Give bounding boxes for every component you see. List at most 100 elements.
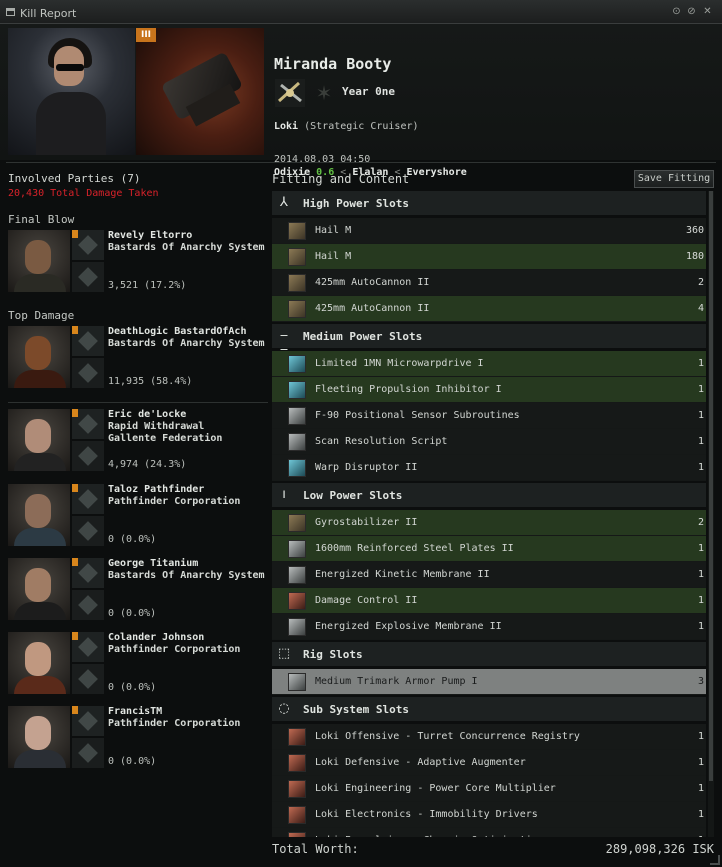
party-weapon-icon[interactable] [72,262,104,292]
fitting-module-row[interactable]: Warp Disruptor II 1 [272,455,706,481]
party-weapon-icon[interactable] [72,516,104,546]
party-weapon-icon[interactable] [72,590,104,620]
module-icon[interactable] [288,433,306,451]
module-name: Loki Propulsion - Chassis Optimization [315,835,544,837]
module-icon[interactable] [288,514,306,532]
fitting-module-row[interactable]: Gyrostabilizer II 2 [272,510,706,536]
module-icon[interactable] [288,300,306,318]
save-fitting-button[interactable]: Save Fitting [634,170,714,188]
fitting-module-row[interactable]: Energized Kinetic Membrane II 1 [272,562,706,588]
window-titlebar[interactable]: Kill Report ⊙ ⊘ ✕ [0,0,722,24]
module-icon[interactable] [288,806,306,824]
module-icon[interactable] [288,673,306,691]
module-icon[interactable] [288,459,306,477]
party-corp[interactable]: Pathfinder Corporation [108,718,240,729]
involved-party[interactable]: George Titanium Bastards Of Anarchy Syste… [8,558,270,624]
fitting-module-row[interactable]: 425mm AutoCannon II 2 [272,270,706,296]
alliance-logo-icon[interactable]: ✶ [312,79,336,107]
party-corp[interactable]: Pathfinder Corporation [108,496,240,507]
party-weapon-icon[interactable] [72,664,104,694]
fitting-module-row[interactable]: Medium Trimark Armor Pump I 3 [272,669,706,695]
module-name: Medium Trimark Armor Pump I [315,676,478,687]
party-weapon-icon[interactable] [72,441,104,471]
module-icon[interactable] [288,274,306,292]
party-weapon-icon[interactable] [72,358,104,388]
party-name[interactable]: Taloz Pathfinder [108,484,204,495]
module-icon[interactable] [288,728,306,746]
victim-corp[interactable]: Year 0ne [342,85,395,98]
involved-party[interactable]: Eric de'Locke Rapid Withdrawal Gallente Fe… [8,409,270,475]
party-name[interactable]: Revely Eltorro [108,230,192,241]
module-icon[interactable] [288,566,306,584]
party-weapon-icon[interactable] [72,738,104,768]
fitting-module-row[interactable]: Scan Resolution Script 1 [272,429,706,455]
party-corp[interactable]: Bastards Of Anarchy System I [108,570,268,581]
resize-handle[interactable] [710,855,720,865]
slot-section-title: Medium Power Slots [303,330,423,343]
fitting-module-row[interactable]: Hail M 360 [272,218,706,244]
fitting-module-row[interactable]: Energized Explosive Membrane II 1 [272,614,706,640]
module-icon[interactable] [288,754,306,772]
party-portrait[interactable] [8,558,70,620]
party-corp[interactable]: Bastards Of Anarchy System I [108,242,268,253]
party-name[interactable]: Colander Johnson [108,632,204,643]
party-portrait[interactable] [8,409,70,471]
party-corp[interactable]: Bastards Of Anarchy System I [108,338,268,349]
scrollbar-thumb[interactable] [709,191,713,781]
party-corp[interactable]: Rapid Withdrawal [108,421,204,432]
party-portrait[interactable] [8,230,70,292]
fitting-module-row[interactable]: Hail M 180 [272,244,706,270]
pin-icon[interactable]: ⊙ [670,6,683,19]
module-icon[interactable] [288,540,306,558]
module-quantity: 1 [697,757,704,768]
fitting-module-row[interactable]: 425mm AutoCannon II 4 [272,296,706,322]
victim-ship-image[interactable]: III [136,28,264,155]
party-name[interactable]: George Titanium [108,558,198,569]
involved-party[interactable]: Taloz Pathfinder Pathfinder Corporation 0 … [8,484,270,550]
fitting-list[interactable]: ⅄ High Power Slots Hail M 360 Hail M 180 425mm… [272,191,706,837]
party-name[interactable]: Eric de'Locke [108,409,186,420]
party-corp[interactable]: Pathfinder Corporation [108,644,240,655]
module-icon[interactable] [288,355,306,373]
victim-portrait[interactable] [8,28,135,155]
fitting-module-row[interactable]: Loki Engineering - Power Core Multiplier… [272,776,706,802]
slot-section-header: ⅄ High Power Slots [272,191,706,215]
fitting-module-row[interactable]: Loki Offensive - Turret Concurrence Regi… [272,724,706,750]
party-portrait[interactable] [8,706,70,768]
party-tech-badge [72,230,78,238]
fitting-module-row[interactable]: Loki Propulsion - Chassis Optimization 1 [272,828,706,837]
slot-section-header: ◌ Sub System Slots [272,697,706,721]
fitting-module-row[interactable]: Limited 1MN Microwarpdrive I 1 [272,351,706,377]
fitting-module-row[interactable]: F-90 Positional Sensor Subroutines 1 [272,403,706,429]
party-portrait[interactable] [8,632,70,694]
minimize-icon[interactable]: ⊘ [685,6,698,19]
module-icon[interactable] [288,407,306,425]
close-icon[interactable]: ✕ [701,6,714,19]
module-icon[interactable] [288,222,306,240]
module-name: Limited 1MN Microwarpdrive I [315,358,484,369]
fitting-module-row[interactable]: Damage Control II 1 [272,588,706,614]
victim-ship-line[interactable]: Loki (Strategic Cruiser) [274,121,419,132]
involved-party[interactable]: Revely Eltorro Bastards Of Anarchy System… [8,230,270,296]
module-icon[interactable] [288,248,306,266]
involved-party[interactable]: DeathLogic BastardOfAch Bastards Of Anarc… [8,326,270,392]
victim-name[interactable]: Miranda Booty [274,55,391,73]
party-portrait[interactable] [8,326,70,388]
module-icon[interactable] [288,832,306,837]
involved-party[interactable]: FrancisTM Pathfinder Corporation 0 (0.0%) [8,706,270,772]
module-icon[interactable] [288,618,306,636]
fitting-module-row[interactable]: Loki Electronics - Immobility Drivers 1 [272,802,706,828]
corp-logo-icon[interactable] [275,79,305,107]
party-name[interactable]: FrancisTM [108,706,162,717]
module-icon[interactable] [288,592,306,610]
fitting-module-row[interactable]: Loki Defensive - Adaptive Augmenter 1 [272,750,706,776]
party-alliance[interactable]: Gallente Federation [108,433,222,444]
module-icon[interactable] [288,381,306,399]
party-portrait[interactable] [8,484,70,546]
module-icon[interactable] [288,780,306,798]
fitting-module-row[interactable]: Fleeting Propulsion Inhibitor I 1 [272,377,706,403]
party-name[interactable]: DeathLogic BastardOfAch [108,326,246,337]
fitting-module-row[interactable]: 1600mm Reinforced Steel Plates II 1 [272,536,706,562]
fitting-scrollbar[interactable] [708,191,714,837]
involved-party[interactable]: Colander Johnson Pathfinder Corporation 0 … [8,632,270,698]
